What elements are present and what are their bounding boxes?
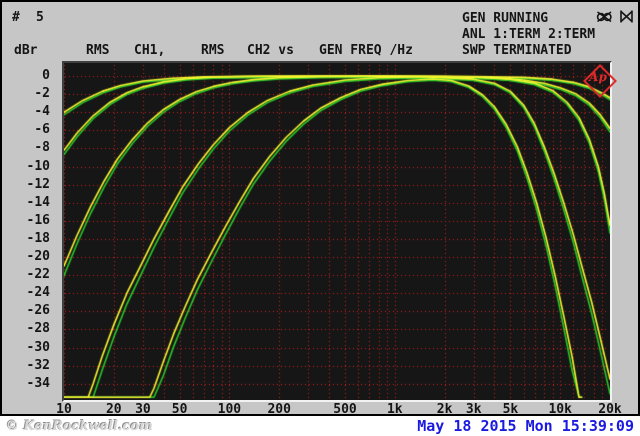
y-tick-label: -6 xyxy=(34,122,50,138)
y-tick-label: -16 xyxy=(26,212,50,228)
status-swp: SWP TERMINATED xyxy=(462,43,572,58)
datetime-stamp: May 18 2015 Mon 15:39:09 xyxy=(417,417,634,435)
x-tick-label: 20 xyxy=(105,402,122,417)
y-tick-label: -32 xyxy=(26,357,50,373)
x-tick-label: 1k xyxy=(386,402,403,417)
y-tick-label: -10 xyxy=(26,158,50,174)
y-tick-label: 0 xyxy=(42,68,50,83)
y-tick-label: -20 xyxy=(26,249,50,264)
y-tick-label: -14 xyxy=(26,194,50,210)
y-tick-label: -4 xyxy=(34,104,50,120)
trace-ch1-label: CH1, xyxy=(134,43,166,58)
y-tick-label: -28 xyxy=(26,321,50,337)
y-tick-label: -24 xyxy=(26,285,50,301)
plot-area xyxy=(62,61,612,402)
x-tick-label: 2k xyxy=(436,402,453,417)
x-tick-label: 500 xyxy=(333,402,357,417)
plot-canvas xyxy=(64,63,610,400)
monitor-mute-icon xyxy=(620,10,633,23)
kenrockwell-watermark: © KenRockwell.com xyxy=(6,419,153,434)
x-tick-label: 10 xyxy=(56,402,72,417)
sweep-status-icon xyxy=(596,11,612,23)
trace-rms2-label: RMS xyxy=(201,43,225,58)
analyzer-crt-screen: # 5 GEN RUNNING ANL 1:TERM 2:TERM dBr RM… xyxy=(0,0,640,417)
y-tick-label: -8 xyxy=(34,140,50,156)
x-tick-label: 20k xyxy=(598,402,622,417)
y-tick-label: -12 xyxy=(26,176,50,192)
y-tick-label: -18 xyxy=(26,230,50,246)
y-axis-unit-label: dBr xyxy=(14,43,38,58)
trace-ch2-label: CH2 vs xyxy=(247,43,294,58)
y-tick-label: -30 xyxy=(26,339,50,355)
status-anl: ANL 1:TERM 2:TERM xyxy=(462,27,596,42)
x-tick-label: 3k xyxy=(465,402,482,417)
y-tick-label: -26 xyxy=(26,303,50,319)
analyzer-screenshot: # 5 GEN RUNNING ANL 1:TERM 2:TERM dBr RM… xyxy=(0,0,640,436)
y-tick-label: -2 xyxy=(34,86,50,102)
x-tick-label: 5k xyxy=(502,402,519,417)
x-tick-label: 100 xyxy=(217,402,242,417)
status-gen: GEN RUNNING xyxy=(462,11,549,26)
y-tick-label: -34 xyxy=(26,375,50,391)
x-tick-label: 50 xyxy=(171,402,188,417)
x-tick-label: 10k xyxy=(548,402,572,417)
y-tick-label: -22 xyxy=(26,267,50,283)
sweep-counter-value: 5 xyxy=(36,10,44,25)
sweep-counter-hash: # xyxy=(12,10,20,25)
x-tick-label: 30 xyxy=(135,402,151,417)
x-tick-label: 200 xyxy=(267,402,291,417)
trace-rms1-label: RMS xyxy=(86,43,110,58)
x-axis-title: GEN FREQ /Hz xyxy=(319,43,413,58)
